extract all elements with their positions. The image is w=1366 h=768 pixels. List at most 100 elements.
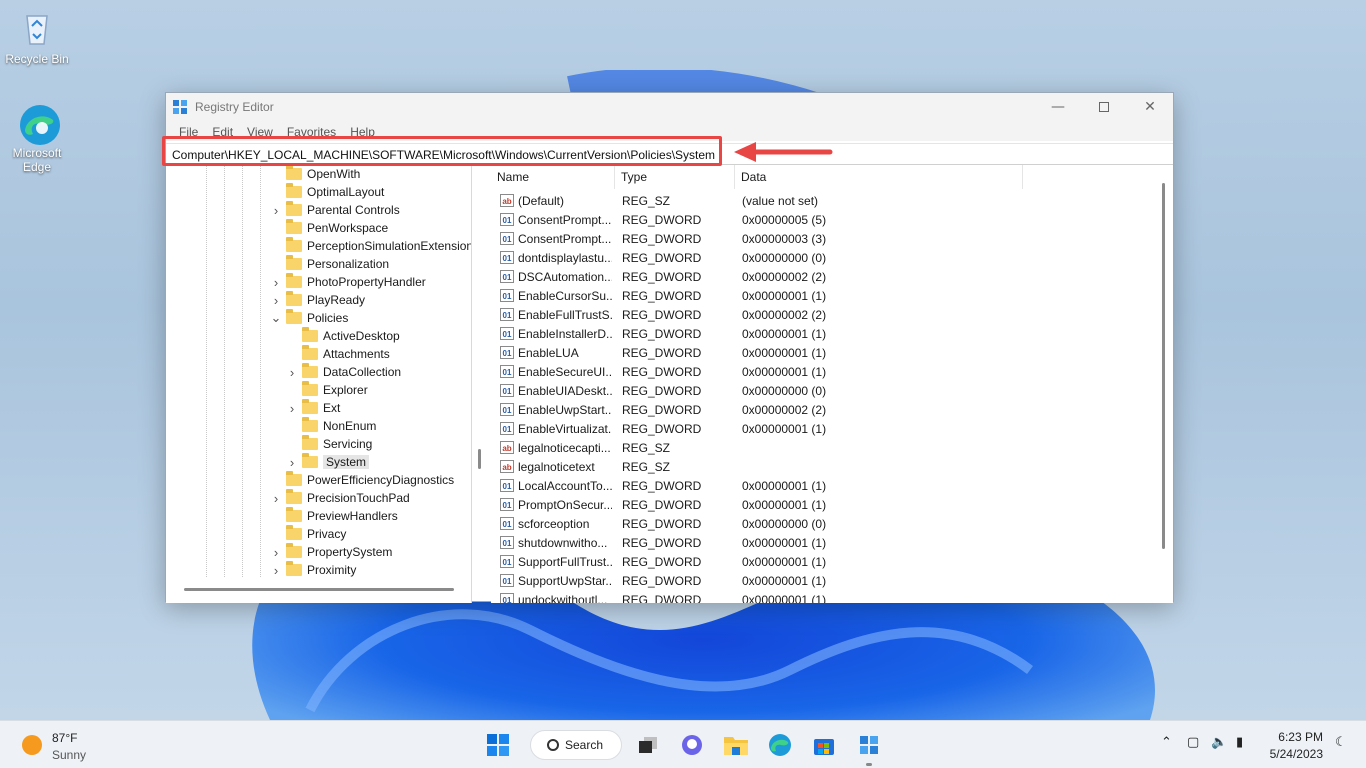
chevron-down-icon[interactable]: ⌄ <box>270 310 282 326</box>
taskbar-search-button[interactable]: Search <box>530 730 622 760</box>
tree-item[interactable]: Attachments <box>286 345 390 363</box>
binary-value-icon: 01 <box>500 251 514 264</box>
volume-icon[interactable]: 🔈 <box>1211 735 1227 750</box>
key-tree-pane[interactable]: OpenWith OptimalLayout › Parental Controls P… <box>166 165 472 603</box>
chevron-up-icon[interactable]: ⌃ <box>1161 735 1172 750</box>
chevron-right-icon[interactable]: › <box>270 275 282 290</box>
minimize-button[interactable]: — <box>1035 93 1081 121</box>
tree-item[interactable]: › Proximity <box>270 561 356 579</box>
edge-button[interactable] <box>766 731 794 759</box>
start-button[interactable] <box>484 731 512 759</box>
tree-item[interactable]: › System <box>286 453 370 471</box>
value-row[interactable]: 01 EnableInstallerD... REG_DWORD 0x00000001… <box>491 324 1151 343</box>
weather-temperature[interactable]: 87°F <box>52 731 77 745</box>
clock-date[interactable]: 5/24/2023 <box>1270 747 1323 761</box>
weather-sun-icon[interactable] <box>22 735 42 755</box>
chevron-right-icon[interactable]: › <box>270 491 282 506</box>
folder-icon <box>286 237 302 252</box>
tree-item[interactable]: › DataCollection <box>286 363 401 381</box>
store-icon <box>814 739 834 755</box>
value-row[interactable]: 01 EnableFullTrustS... REG_DWORD 0x00000002… <box>491 305 1151 324</box>
value-row[interactable]: 01 EnableUwpStart... REG_DWORD 0x00000002 (… <box>491 400 1151 419</box>
clock-time[interactable]: 6:23 PM <box>1278 730 1323 744</box>
tree-item[interactable]: OpenWith <box>270 165 360 183</box>
chevron-right-icon[interactable]: › <box>270 545 282 560</box>
value-row[interactable]: ab (Default) REG_SZ (value not set) <box>491 191 1151 210</box>
tree-item[interactable]: PerceptionSimulationExtensions <box>270 237 471 255</box>
tree-item[interactable]: NonEnum <box>286 417 376 435</box>
value-row[interactable]: 01 dontdisplaylastu... REG_DWORD 0x00000000… <box>491 248 1151 267</box>
close-button[interactable]: ✕ <box>1127 93 1173 121</box>
tree-item[interactable]: › PropertySystem <box>270 543 392 561</box>
string-value-icon: ab <box>500 194 514 207</box>
binary-value-icon: 01 <box>500 479 514 492</box>
network-display-icon[interactable]: ▢ <box>1187 735 1199 750</box>
chevron-right-icon[interactable]: › <box>270 293 282 308</box>
red-arrow-icon <box>734 142 833 162</box>
tree-item[interactable]: PreviewHandlers <box>270 507 398 525</box>
maximize-button[interactable] <box>1081 93 1127 121</box>
value-row[interactable]: 01 undockwithoutl... REG_DWORD 0x00000001 (… <box>491 590 1151 603</box>
values-vertical-scrollbar[interactable] <box>1162 183 1165 549</box>
tree-item[interactable]: › Parental Controls <box>270 201 400 219</box>
battery-icon[interactable]: ▮ <box>1236 735 1243 750</box>
tree-item[interactable]: OptimalLayout <box>270 183 384 201</box>
tree-horizontal-scrollbar[interactable] <box>184 588 454 591</box>
values-pane[interactable]: Name Type Data ab (Default) REG_SZ (value n… <box>491 165 1173 603</box>
tree-item[interactable]: › PlayReady <box>270 291 365 309</box>
value-row[interactable]: 01 ConsentPrompt... REG_DWORD 0x00000003 (3… <box>491 229 1151 248</box>
tree-item[interactable]: › PrecisionTouchPad <box>270 489 410 507</box>
value-row[interactable]: 01 EnableVirtualizat... REG_DWORD 0x0000000… <box>491 419 1151 438</box>
column-header-data[interactable]: Data <box>735 165 1023 189</box>
value-row[interactable]: 01 EnableSecureUI... REG_DWORD 0x00000001 (… <box>491 362 1151 381</box>
desktop-icon-edge[interactable]: Microsoft Edge <box>2 102 72 174</box>
chat-button[interactable] <box>678 731 706 759</box>
chevron-right-icon[interactable]: › <box>270 563 282 578</box>
tree-vertical-scrollbar[interactable] <box>478 449 481 469</box>
chevron-right-icon[interactable]: › <box>286 365 298 380</box>
notification-icon[interactable]: ☾ <box>1335 735 1347 750</box>
tree-item[interactable]: › PhotoPropertyHandler <box>270 273 426 291</box>
file-explorer-button[interactable] <box>722 731 750 759</box>
value-row[interactable]: ab legalnoticecapti... REG_SZ <box>491 438 1151 457</box>
task-view-button[interactable] <box>634 731 662 759</box>
value-row[interactable]: 01 LocalAccountTo... REG_DWORD 0x00000001 (… <box>491 476 1151 495</box>
value-row[interactable]: 01 PromptOnSecur... REG_DWORD 0x00000001 (1… <box>491 495 1151 514</box>
value-row[interactable]: 01 EnableUIADeskt... REG_DWORD 0x00000000 (… <box>491 381 1151 400</box>
store-button[interactable] <box>810 731 838 759</box>
tree-item[interactable]: Explorer <box>286 381 368 399</box>
tree-item[interactable]: PowerEfficiencyDiagnostics <box>270 471 454 489</box>
tree-item[interactable]: ⌄ Policies <box>270 309 348 327</box>
title-bar[interactable]: Registry Editor — ✕ <box>166 93 1173 121</box>
tree-item-label: ActiveDesktop <box>323 329 400 343</box>
value-row[interactable]: 01 ConsentPrompt... REG_DWORD 0x00000005 (5… <box>491 210 1151 229</box>
folder-icon <box>302 345 318 360</box>
tree-item[interactable]: › Ext <box>286 399 340 417</box>
value-data: 0x00000001 (1) <box>742 574 827 588</box>
tree-item[interactable]: ActiveDesktop <box>286 327 400 345</box>
registry-editor-taskbar-button[interactable] <box>855 731 883 759</box>
value-row[interactable]: 01 EnableLUA REG_DWORD 0x00000001 (1) <box>491 343 1151 362</box>
value-row[interactable]: 01 scforceoption REG_DWORD 0x00000000 (0) <box>491 514 1151 533</box>
value-row[interactable]: 01 shutdownwitho... REG_DWORD 0x00000001 (1… <box>491 533 1151 552</box>
value-row[interactable]: ab legalnoticetext REG_SZ <box>491 457 1151 476</box>
column-header-type[interactable]: Type <box>615 165 735 189</box>
tree-item[interactable]: Servicing <box>286 435 372 453</box>
value-data: 0x00000000 (0) <box>742 384 827 398</box>
desktop-icon-recycle-bin[interactable]: Recycle Bin <box>2 8 72 66</box>
value-row[interactable]: 01 SupportUwpStar... REG_DWORD 0x00000001 (… <box>491 571 1151 590</box>
value-row[interactable]: 01 SupportFullTrust... REG_DWORD 0x00000001… <box>491 552 1151 571</box>
chevron-right-icon[interactable]: › <box>286 455 298 470</box>
weather-condition[interactable]: Sunny <box>52 748 86 762</box>
folder-icon <box>302 327 318 342</box>
tree-item[interactable]: Personalization <box>270 255 389 273</box>
tree-item-label: PreviewHandlers <box>307 509 398 523</box>
value-row[interactable]: 01 DSCAutomation... REG_DWORD 0x00000002 (2… <box>491 267 1151 286</box>
tree-item[interactable]: PenWorkspace <box>270 219 388 237</box>
folder-icon <box>302 435 318 450</box>
column-header-name[interactable]: Name <box>491 165 615 189</box>
tree-item[interactable]: Privacy <box>270 525 346 543</box>
chevron-right-icon[interactable]: › <box>286 401 298 416</box>
chevron-right-icon[interactable]: › <box>270 203 282 218</box>
value-row[interactable]: 01 EnableCursorSu... REG_DWORD 0x00000001 (… <box>491 286 1151 305</box>
